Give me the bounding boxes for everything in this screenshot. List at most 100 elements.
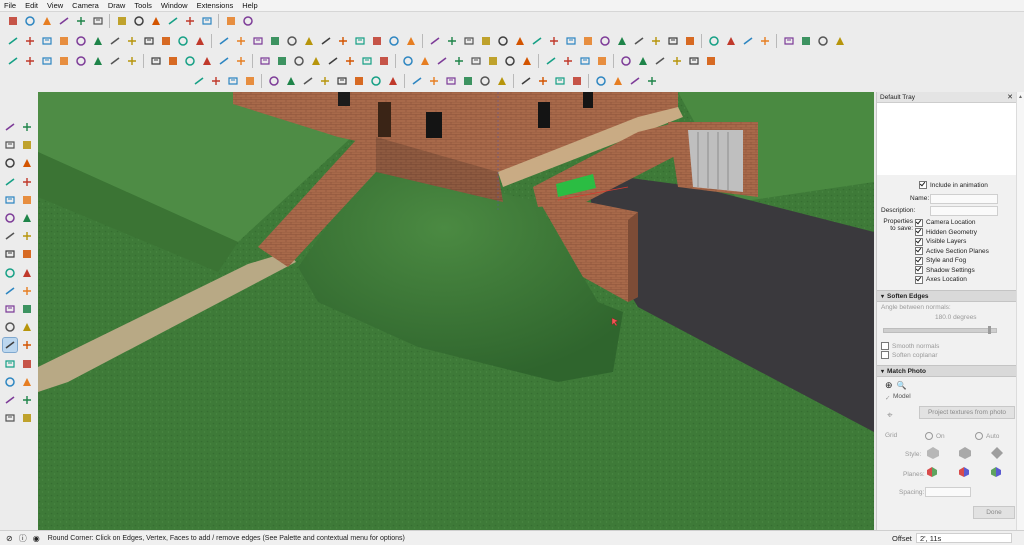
tool-row3-33-icon[interactable] — [578, 54, 592, 68]
solid-split-icon[interactable] — [183, 14, 197, 28]
tool-row3-15-icon[interactable] — [258, 54, 272, 68]
components-icon[interactable] — [40, 14, 54, 28]
include-animation-checkbox[interactable] — [919, 181, 927, 189]
walk-icon[interactable] — [3, 411, 17, 425]
section-plane-icon[interactable] — [20, 411, 34, 425]
rotate-icon[interactable] — [3, 247, 17, 261]
menu-view[interactable]: View — [43, 1, 68, 10]
project-textures-button[interactable]: Project textures from photo — [919, 406, 1015, 419]
tool-row3-11-icon[interactable] — [183, 54, 197, 68]
property-row[interactable]: Axes Location — [915, 275, 989, 285]
model-check[interactable]: ✓ — [885, 394, 891, 402]
grid-style-2-icon[interactable] — [959, 447, 971, 459]
tray-scrollbar[interactable]: ▲ — [1016, 92, 1024, 530]
menu-help[interactable]: Help — [238, 1, 262, 10]
tool-row3-6-icon[interactable] — [91, 54, 105, 68]
tool-row2-5-icon[interactable] — [74, 34, 88, 48]
tool-row4-4-icon[interactable] — [243, 74, 257, 88]
push-pull-icon[interactable] — [20, 229, 34, 243]
tool-row4-18-icon[interactable] — [495, 74, 509, 88]
tool-row2-45-icon[interactable] — [782, 34, 796, 48]
protractor-icon[interactable] — [3, 302, 17, 316]
scroll-up-icon[interactable]: ▲ — [1018, 94, 1023, 100]
property-checkbox[interactable] — [915, 256, 923, 265]
tool-row2-19-icon[interactable] — [319, 34, 333, 48]
solid-union-icon[interactable] — [115, 14, 129, 28]
tape-measure-icon[interactable] — [3, 284, 17, 298]
add-photo-icon[interactable]: ⊕ — [885, 380, 893, 391]
plane-red-green-icon[interactable] — [927, 467, 937, 477]
tool-row2-6-icon[interactable] — [91, 34, 105, 48]
soften-coplanar-row[interactable]: Soften coplanar — [881, 351, 938, 359]
scale-icon[interactable] — [3, 266, 17, 280]
wrench-icon[interactable] — [241, 14, 255, 28]
solid-trim-icon[interactable] — [149, 14, 163, 28]
soften-coplanar-checkbox[interactable] — [881, 351, 889, 359]
collapse-icon[interactable]: ▾ — [881, 293, 884, 300]
tool-row2-15-icon[interactable] — [251, 34, 265, 48]
smooth-normals-checkbox[interactable] — [881, 342, 889, 350]
tool-row2-3-icon[interactable] — [40, 34, 54, 48]
tool-row3-38-icon[interactable] — [670, 54, 684, 68]
tool-row2-24-icon[interactable] — [404, 34, 418, 48]
eraser-icon[interactable] — [20, 120, 34, 134]
include-animation-row[interactable]: Include in animation — [919, 181, 988, 189]
measurements-box[interactable]: 2', 11s — [916, 533, 1012, 543]
sun-icon[interactable] — [224, 14, 238, 28]
property-checkbox[interactable] — [915, 275, 923, 284]
tool-row2-26-icon[interactable] — [445, 34, 459, 48]
tool-row4-9-icon[interactable] — [335, 74, 349, 88]
pencil-icon[interactable] — [20, 138, 34, 152]
grid-auto-option[interactable]: Auto — [975, 432, 999, 440]
tool-row4-3-icon[interactable] — [226, 74, 240, 88]
tool-row2-11-icon[interactable] — [176, 34, 190, 48]
menu-camera[interactable]: Camera — [68, 1, 104, 10]
menu-tools[interactable]: Tools — [130, 1, 157, 10]
tool-row4-11-icon[interactable] — [369, 74, 383, 88]
menu-extensions[interactable]: Extensions — [193, 1, 239, 10]
rotated-rect-icon[interactable] — [20, 175, 34, 189]
description-input[interactable] — [930, 206, 998, 216]
axes-icon[interactable] — [3, 320, 17, 334]
tool-row4-13-icon[interactable] — [410, 74, 424, 88]
tool-row2-47-icon[interactable] — [816, 34, 830, 48]
tool-row3-39-icon[interactable] — [687, 54, 701, 68]
zoom-extents-icon[interactable] — [3, 375, 17, 389]
tool-row2-13-icon[interactable] — [217, 34, 231, 48]
move-icon[interactable] — [3, 229, 17, 243]
tool-row4-5-icon[interactable] — [267, 74, 281, 88]
tool-row2-8-icon[interactable] — [125, 34, 139, 48]
follow-me-icon[interactable] — [20, 247, 34, 261]
tool-row3-5-icon[interactable] — [74, 54, 88, 68]
tool-row3-7-icon[interactable] — [108, 54, 122, 68]
property-checkbox[interactable] — [915, 228, 923, 237]
tool-row2-14-icon[interactable] — [234, 34, 248, 48]
tool-row3-32-icon[interactable] — [561, 54, 575, 68]
tool-row3-17-icon[interactable] — [292, 54, 306, 68]
collapse-icon[interactable]: ▾ — [881, 368, 884, 375]
rectangle-icon[interactable] — [3, 175, 17, 189]
tool-row2-32-icon[interactable] — [547, 34, 561, 48]
geo-location-icon[interactable]: ⊘ — [6, 534, 13, 543]
tool-row3-31-icon[interactable] — [544, 54, 558, 68]
tool-row2-43-icon[interactable] — [741, 34, 755, 48]
tool-row2-12-icon[interactable] — [193, 34, 207, 48]
tool-row3-37-icon[interactable] — [653, 54, 667, 68]
user-icon[interactable]: ◉ — [33, 534, 40, 543]
tool-row2-10-icon[interactable] — [159, 34, 173, 48]
tool-row3-24-icon[interactable] — [418, 54, 432, 68]
plane-green-blue-icon[interactable] — [991, 467, 1001, 477]
line-icon[interactable] — [3, 156, 17, 170]
tool-row3-19-icon[interactable] — [326, 54, 340, 68]
arc-icon[interactable] — [3, 211, 17, 225]
tool-row2-7-icon[interactable] — [108, 34, 122, 48]
property-row[interactable]: Active Section Planes — [915, 247, 989, 257]
property-row[interactable]: Hidden Geometry — [915, 228, 989, 238]
info-icon[interactable]: ⓘ — [19, 533, 27, 544]
tool-row2-27-icon[interactable] — [462, 34, 476, 48]
zoom-photo-icon[interactable]: 🔍 — [897, 381, 907, 390]
property-row[interactable]: Shadow Settings — [915, 266, 989, 276]
grid-on-option[interactable]: On — [925, 432, 945, 440]
extension-warehouse-icon[interactable] — [74, 14, 88, 28]
tool-row2-36-icon[interactable] — [615, 34, 629, 48]
